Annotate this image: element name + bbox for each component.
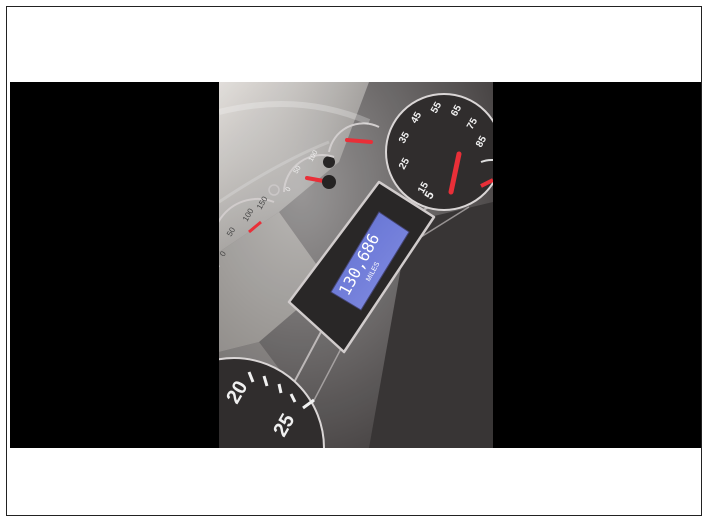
dashboard-photo: 15 25 35 45 55 65 75 85 5 0 50 100 0 50 …	[219, 82, 493, 448]
